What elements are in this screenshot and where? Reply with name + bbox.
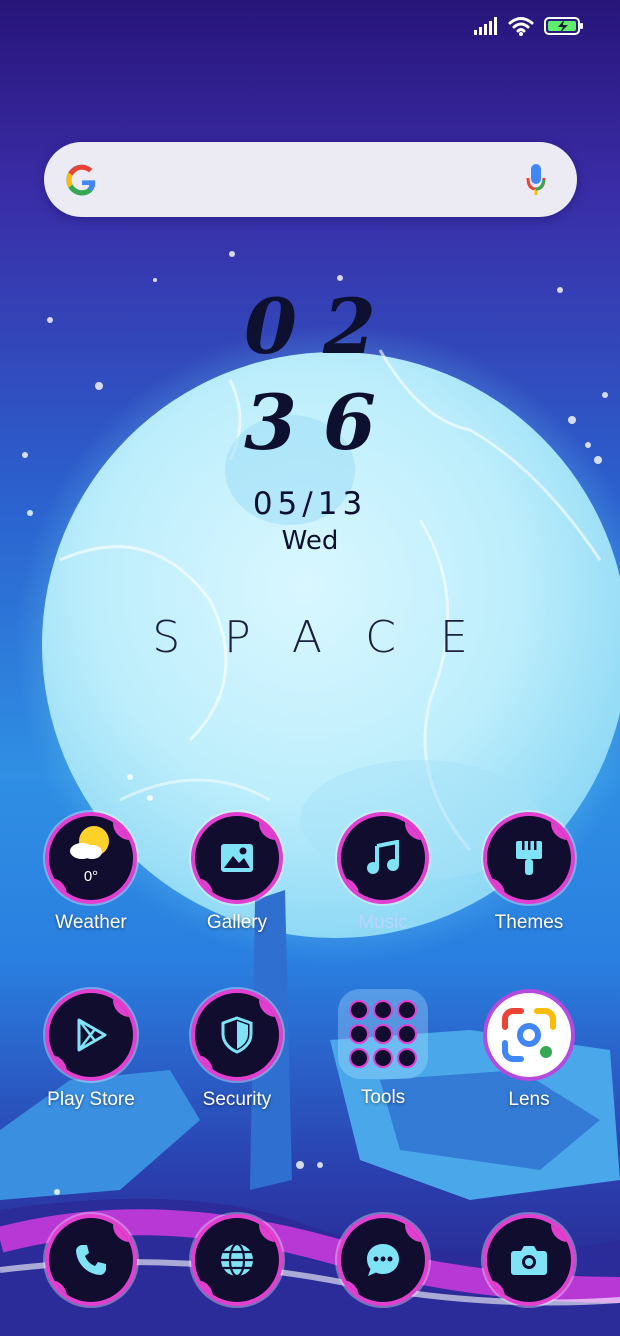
app-label: Gallery — [206, 912, 268, 933]
dock-phone[interactable] — [16, 1214, 166, 1306]
space-title: SPACE — [152, 612, 512, 663]
date-text: 05/13 — [252, 486, 368, 522]
play-store-icon — [45, 989, 137, 1081]
phone-icon — [45, 1214, 137, 1306]
signal-icon — [474, 16, 498, 40]
clock-hours[interactable]: 02 — [0, 282, 620, 371]
clock-minutes[interactable]: 36 — [0, 378, 620, 467]
gallery-icon — [191, 812, 283, 904]
weather-temp: 0° — [83, 868, 99, 885]
home-screen: 02 36 05/13 Wed SPACE 0° Weather Gallery… — [0, 0, 620, 1336]
music-icon — [337, 812, 429, 904]
app-tools-folder[interactable]: Tools — [308, 989, 458, 1109]
app-label: Music — [358, 912, 408, 933]
browser-globe-icon — [191, 1214, 283, 1306]
wifi-icon — [508, 16, 534, 41]
app-label: Themes — [494, 912, 564, 933]
app-play-store[interactable]: Play Store — [16, 989, 166, 1111]
status-bar — [474, 12, 584, 44]
mic-icon[interactable] — [525, 162, 547, 198]
day-text: Wed — [281, 526, 339, 556]
messages-icon — [337, 1214, 429, 1306]
folder-icon — [338, 989, 428, 1079]
weather-icon: 0° — [45, 812, 137, 904]
app-themes[interactable]: Themes — [454, 812, 604, 934]
app-weather[interactable]: 0° Weather — [16, 812, 166, 934]
app-label: Tools — [360, 1087, 406, 1108]
app-label: Lens — [508, 1089, 550, 1110]
google-g-icon — [64, 162, 100, 198]
app-music[interactable]: Music — [308, 812, 458, 934]
app-label: Security — [202, 1089, 272, 1110]
app-security[interactable]: Security — [162, 989, 312, 1111]
dock-camera[interactable] — [454, 1214, 604, 1306]
camera-icon — [483, 1214, 575, 1306]
lens-icon — [483, 989, 575, 1081]
battery-charging-icon — [544, 16, 584, 41]
app-lens[interactable]: Lens — [454, 989, 604, 1111]
app-gallery[interactable]: Gallery — [162, 812, 312, 934]
app-label: Weather — [55, 912, 127, 933]
app-label: Play Store — [47, 1089, 135, 1110]
google-search-bar[interactable] — [44, 142, 577, 217]
dock-browser[interactable] — [162, 1214, 312, 1306]
shield-icon — [191, 989, 283, 1081]
dock-messages[interactable] — [308, 1214, 458, 1306]
themes-brush-icon — [483, 812, 575, 904]
